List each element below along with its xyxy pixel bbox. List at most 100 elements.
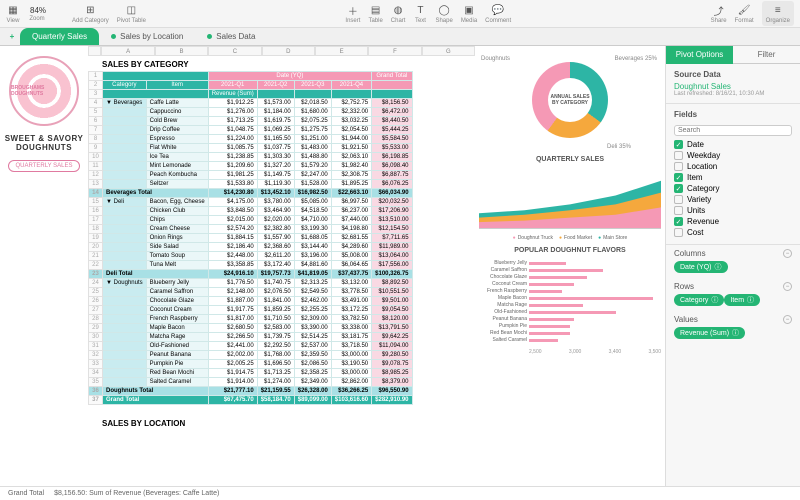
cell[interactable]	[103, 351, 147, 360]
cell[interactable]: $2,015.00	[208, 216, 257, 225]
cell[interactable]	[103, 378, 147, 387]
cell[interactable]: $3,464.90	[257, 207, 294, 216]
cell[interactable]: $3,000.00	[331, 351, 371, 360]
cell[interactable]: $3,172.25	[331, 306, 371, 315]
cell[interactable]: Pumpkin Pie	[146, 360, 208, 369]
cell[interactable]	[103, 234, 147, 243]
cell[interactable]: $1,209.60	[208, 162, 257, 171]
cell[interactable]: $1,713.25	[257, 369, 294, 378]
cell[interactable]: $9,642.25	[372, 333, 412, 342]
cell[interactable]: $1,688.05	[294, 234, 331, 243]
pivot-options-tab[interactable]: Pivot Options	[666, 46, 733, 64]
cell[interactable]	[103, 126, 147, 135]
cell[interactable]: $1,149.75	[257, 171, 294, 180]
field-date[interactable]: ✓Date	[674, 139, 792, 150]
cell[interactable]: $2,359.50	[294, 351, 331, 360]
cell[interactable]: Maple Bacon	[146, 324, 208, 333]
cell[interactable]: $1,817.00	[208, 315, 257, 324]
cell[interactable]: $6,472.00	[372, 108, 412, 117]
cell[interactable]: $5,085.00	[294, 198, 331, 207]
cell[interactable]: $3,199.30	[294, 225, 331, 234]
col-header[interactable]: G	[422, 46, 475, 56]
cell[interactable]: $2,076.50	[257, 288, 294, 297]
cell[interactable]	[103, 72, 209, 81]
cell[interactable]: $2,292.50	[257, 342, 294, 351]
cell[interactable]: $2,358.25	[294, 369, 331, 378]
cell[interactable]: $1,982.40	[331, 162, 371, 171]
cell[interactable]: Peanut Banana	[146, 351, 208, 360]
cell[interactable]: Beverages Total	[103, 189, 209, 198]
cell[interactable]: ▼ Beverages	[103, 99, 147, 108]
cell[interactable]: $1,917.75	[208, 306, 257, 315]
cell[interactable]: Side Salad	[146, 243, 208, 252]
cell[interactable]: $2,018.50	[294, 99, 331, 108]
insert-btn[interactable]: ＋Insert	[345, 3, 360, 24]
cell[interactable]: $3,181.75	[331, 333, 371, 342]
cell[interactable]: $1,048.75	[208, 126, 257, 135]
checkbox[interactable]	[674, 228, 683, 237]
cell[interactable]: $1,238.85	[208, 153, 257, 162]
cell[interactable]: $7,440.00	[331, 216, 371, 225]
cell[interactable]: $1,895.25	[331, 180, 371, 189]
cell[interactable]	[103, 261, 147, 270]
cell[interactable]: $2,349.00	[294, 378, 331, 387]
col-header[interactable]: B	[155, 46, 208, 56]
field-revenue[interactable]: ✓Revenue	[674, 216, 792, 227]
checkbox[interactable]: ✓	[674, 173, 683, 182]
cell[interactable]: $14,230.80	[208, 189, 257, 198]
cell[interactable]: $3,032.25	[331, 117, 371, 126]
cell[interactable]	[294, 90, 331, 99]
cell[interactable]: $12,154.50	[372, 225, 412, 234]
cell[interactable]: $19,757.73	[257, 270, 294, 279]
sheet-tab[interactable]: Sales Data	[195, 28, 267, 45]
cell[interactable]: $1,740.75	[257, 279, 294, 288]
cell[interactable]	[103, 333, 147, 342]
cell[interactable]: $1,981.25	[208, 171, 257, 180]
cell[interactable]: $3,338.00	[331, 324, 371, 333]
col-header[interactable]: D	[262, 46, 315, 56]
cell[interactable]: $2,332.00	[331, 108, 371, 117]
cell[interactable]	[331, 90, 371, 99]
cell[interactable]	[103, 243, 147, 252]
cell[interactable]: $21,777.10	[208, 387, 257, 396]
cell[interactable]: $9,054.50	[372, 306, 412, 315]
cell[interactable]: $2,313.25	[294, 279, 331, 288]
cell[interactable]: $282,910.90	[372, 396, 412, 405]
cell[interactable]: Tuna Melt	[146, 261, 208, 270]
cell[interactable]: $1,579.20	[294, 162, 331, 171]
cell[interactable]: $8,120.00	[372, 315, 412, 324]
cell[interactable]: Salted Caramel	[146, 378, 208, 387]
cell[interactable]: Deli Total	[103, 270, 209, 279]
cell[interactable]: $20,032.50	[372, 198, 412, 207]
cell[interactable]: $2,086.50	[294, 360, 331, 369]
rows-remove[interactable]: −	[783, 282, 792, 291]
cell[interactable]: $2,308.75	[331, 171, 371, 180]
cell[interactable]	[103, 315, 147, 324]
checkbox[interactable]: ✓	[674, 217, 683, 226]
cell[interactable]: $1,887.00	[208, 297, 257, 306]
cell[interactable]: Bacon, Egg, Cheese	[146, 198, 208, 207]
cell[interactable]: $9,280.50	[372, 351, 412, 360]
cell[interactable]: $1,275.75	[294, 126, 331, 135]
cell[interactable]: $6,237.00	[331, 207, 371, 216]
media-btn[interactable]: ▣Media	[461, 3, 477, 24]
cell[interactable]: Matcha Rage	[146, 333, 208, 342]
cell[interactable]: Seltzer	[146, 180, 208, 189]
rows-pill[interactable]: Itemⓘ	[724, 294, 760, 306]
col-header[interactable]: C	[208, 46, 261, 56]
cell[interactable]: $2,862.00	[331, 378, 371, 387]
cell[interactable]: $9,078.75	[372, 360, 412, 369]
checkbox[interactable]	[674, 206, 683, 215]
cell[interactable]: Item	[146, 81, 208, 90]
checkbox[interactable]	[674, 151, 683, 160]
cell[interactable]: Caffe Latte	[146, 99, 208, 108]
cell[interactable]: $5,008.00	[331, 252, 371, 261]
share-btn[interactable]: ⤴Share	[711, 3, 727, 24]
cell[interactable]: $1,944.00	[331, 135, 371, 144]
cell[interactable]: $2,752.75	[331, 99, 371, 108]
cell[interactable]: $3,782.50	[331, 315, 371, 324]
cell[interactable]: $13,791.50	[372, 324, 412, 333]
cell[interactable]: 2021-Q2	[257, 81, 294, 90]
cell[interactable]: Red Bean Mochi	[146, 369, 208, 378]
cell[interactable]: $1,037.75	[257, 144, 294, 153]
